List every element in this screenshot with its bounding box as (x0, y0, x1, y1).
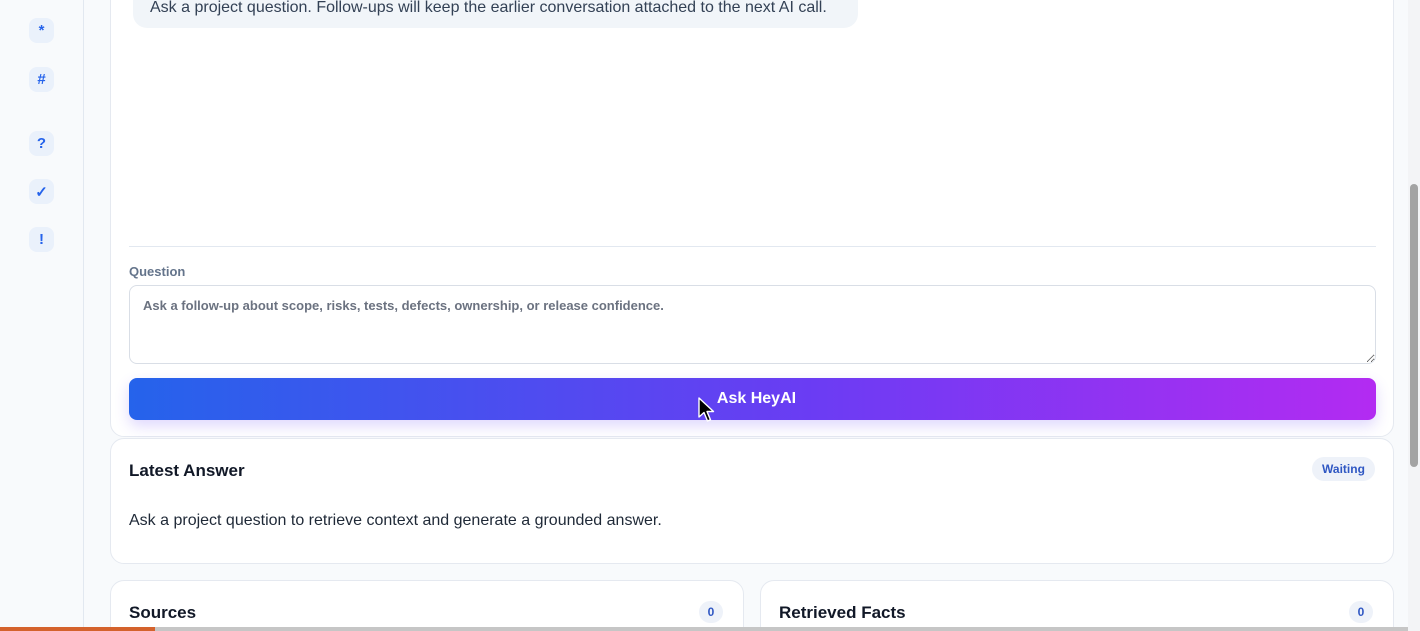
latest-answer-text: Ask a project question to retrieve conte… (129, 512, 662, 529)
chat-panel: Ask a project question. Follow-ups will … (110, 0, 1394, 437)
page-progress-track (0, 627, 1408, 631)
hash-icon[interactable]: # (29, 67, 54, 92)
sources-count-badge: 0 (699, 601, 723, 623)
sources-title: Sources (129, 603, 197, 622)
asterisk-icon[interactable]: * (29, 18, 54, 43)
assistant-intro-message: Ask a project question. Follow-ups will … (133, 0, 858, 28)
latest-answer-panel: Latest Answer Waiting Ask a project ques… (110, 438, 1394, 564)
latest-answer-title: Latest Answer (129, 461, 245, 480)
facts-count-badge: 0 (1349, 601, 1373, 623)
chat-divider (129, 246, 1376, 247)
vertical-scrollbar-thumb[interactable] (1410, 184, 1418, 467)
status-badge: Waiting (1312, 457, 1375, 481)
check-icon[interactable]: ✓ (29, 179, 54, 204)
retrieved-facts-panel: Retrieved Facts 0 (760, 580, 1394, 631)
page-progress-fill (0, 627, 155, 631)
left-icon-rail: * # ? ✓ ! (0, 0, 84, 631)
vertical-scrollbar[interactable] (1408, 0, 1420, 631)
sources-panel: Sources 0 (110, 580, 744, 631)
alert-icon[interactable]: ! (29, 227, 54, 252)
question-label: Question (129, 264, 186, 279)
ask-heyai-button[interactable]: Ask HeyAI (129, 378, 1376, 420)
retrieved-facts-title: Retrieved Facts (779, 603, 906, 622)
question-input[interactable] (129, 285, 1376, 364)
intro-message-text: Ask a project question. Follow-ups will … (150, 0, 827, 16)
ask-button-label: Ask HeyAI (716, 390, 797, 407)
mouse-cursor-icon (698, 397, 715, 422)
question-icon[interactable]: ? (29, 131, 54, 156)
